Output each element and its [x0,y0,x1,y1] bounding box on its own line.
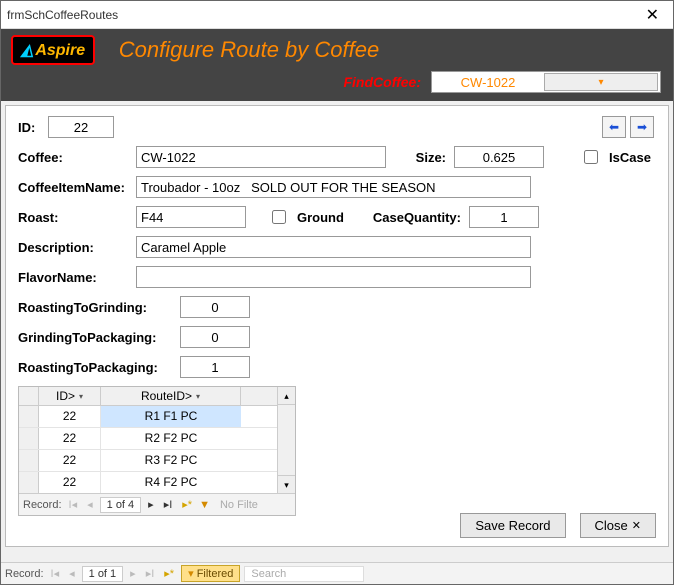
close-button[interactable]: Close✕ [580,513,656,538]
grid-corner[interactable] [19,387,39,405]
nav-prev-icon[interactable]: ◂ [84,498,96,511]
title-bar: frmSchCoffeeRoutes ✕ [1,1,673,29]
cell-route[interactable]: R2 F2 PC [101,428,241,449]
row-selector[interactable] [19,450,39,471]
nav-next-icon[interactable]: ▸ [127,567,139,580]
page-title: Configure Route by Coffee [119,37,380,63]
iscase-checkbox[interactable] [584,150,598,164]
scrollbar[interactable]: ▴ ▾ [277,387,295,493]
roast-label: Roast: [18,210,128,225]
grid-header: ID>▾ RouteID>▾ [19,387,295,406]
table-row[interactable]: 22R1 F1 PC [19,406,295,428]
no-filter-label: No Filte [214,499,258,511]
size-field[interactable] [454,146,544,168]
grinding-to-packaging-field[interactable] [180,326,250,348]
case-quantity-label: CaseQuantity: [365,210,461,225]
coffee-field[interactable] [136,146,386,168]
table-row[interactable]: 22R3 F2 PC [19,450,295,472]
id-field[interactable] [48,116,114,138]
prev-record-button[interactable]: ⬅ [602,116,626,138]
find-coffee-label: FindCoffee: [343,74,421,90]
flavor-name-field[interactable] [136,266,531,288]
record-counter[interactable]: 1 of 4 [100,497,142,513]
save-record-button[interactable]: Save Record [460,513,565,538]
roast-field[interactable] [136,206,246,228]
cell-id[interactable]: 22 [39,450,101,471]
triangle-icon: ◭ [21,42,33,59]
ground-label: Ground [297,210,357,225]
subform-record-nav: Record: I◂ ◂ 1 of 4 ▸ ▸I ▸* ▼ No Filte [19,493,295,515]
coffee-item-name-field[interactable] [136,176,531,198]
search-input[interactable]: Search [244,566,364,582]
description-field[interactable] [136,236,531,258]
find-coffee-value: CW-1022 [432,75,544,90]
next-record-button[interactable]: ➡ [630,116,654,138]
table-row[interactable]: 22R4 F2 PC [19,472,295,493]
nav-next-icon[interactable]: ▸ [145,498,157,511]
cell-route[interactable]: R4 F2 PC [101,472,241,493]
chevron-down-icon[interactable]: ▾ [79,392,83,401]
ground-checkbox[interactable] [272,210,286,224]
nav-first-icon[interactable]: I◂ [66,498,81,511]
nav-first-icon[interactable]: I◂ [48,567,63,580]
cell-route[interactable]: R3 F2 PC [101,450,241,471]
chevron-down-icon[interactable]: ▾ [544,73,658,91]
iscase-label: IsCase [609,150,651,165]
header: ◭Aspire Configure Route by Coffee FindCo… [1,29,673,101]
cell-id[interactable]: 22 [39,428,101,449]
close-x-icon: ✕ [632,519,641,532]
nav-new-icon[interactable]: ▸* [161,567,177,580]
coffee-item-name-label: CoffeeItemName: [18,180,128,195]
table-row[interactable]: 22R2 F2 PC [19,428,295,450]
row-selector[interactable] [19,428,39,449]
cell-id[interactable]: 22 [39,406,101,427]
nav-last-icon[interactable]: ▸I [161,498,176,511]
nav-new-icon[interactable]: ▸* [179,498,195,511]
chevron-down-icon[interactable]: ▾ [196,392,200,401]
cell-id[interactable]: 22 [39,472,101,493]
routes-subform: ID>▾ RouteID>▾ 22R1 F1 PC22R2 F2 PC22R3 … [18,386,296,516]
col-route[interactable]: RouteID>▾ [101,387,241,405]
coffee-label: Coffee: [18,150,128,165]
id-label: ID: [18,120,40,135]
scroll-up-icon[interactable]: ▴ [278,387,295,405]
roasting-to-packaging-field[interactable] [180,356,250,378]
col-id[interactable]: ID>▾ [39,387,101,405]
row-selector[interactable] [19,472,39,493]
find-coffee-combo[interactable]: CW-1022 ▾ [431,71,661,93]
scroll-down-icon[interactable]: ▾ [278,475,295,493]
logo-text: Aspire [35,42,85,59]
funnel-icon: ▾ [188,568,194,580]
flavor-name-label: FlavorName: [18,270,128,285]
form-body: ⬅ ➡ ID: Coffee: Size: IsCase CoffeeItemN… [5,105,669,547]
roasting-to-grinding-field[interactable] [180,296,250,318]
close-icon[interactable]: ✕ [638,3,667,27]
description-label: Description: [18,240,128,255]
roasting-to-packaging-label: RoastingToPackaging: [18,360,172,375]
nav-prev-icon[interactable]: ◂ [66,567,78,580]
outer-record-nav: Record: I◂ ◂ 1 of 1 ▸ ▸I ▸* ▾ Filtered S… [1,562,673,584]
funnel-icon[interactable]: ▼ [199,499,210,511]
case-quantity-field[interactable] [469,206,539,228]
record-label: Record: [23,499,62,511]
window-title: frmSchCoffeeRoutes [7,8,118,22]
row-selector[interactable] [19,406,39,427]
size-label: Size: [406,150,446,165]
roasting-to-grinding-label: RoastingToGrinding: [18,300,172,315]
nav-last-icon[interactable]: ▸I [143,567,158,580]
record-label: Record: [5,568,44,580]
grinding-to-packaging-label: GrindingToPackaging: [18,330,172,345]
record-counter[interactable]: 1 of 1 [82,566,124,582]
filtered-badge[interactable]: ▾ Filtered [181,565,240,582]
aspire-logo: ◭Aspire [11,35,95,65]
cell-route[interactable]: R1 F1 PC [101,406,241,427]
